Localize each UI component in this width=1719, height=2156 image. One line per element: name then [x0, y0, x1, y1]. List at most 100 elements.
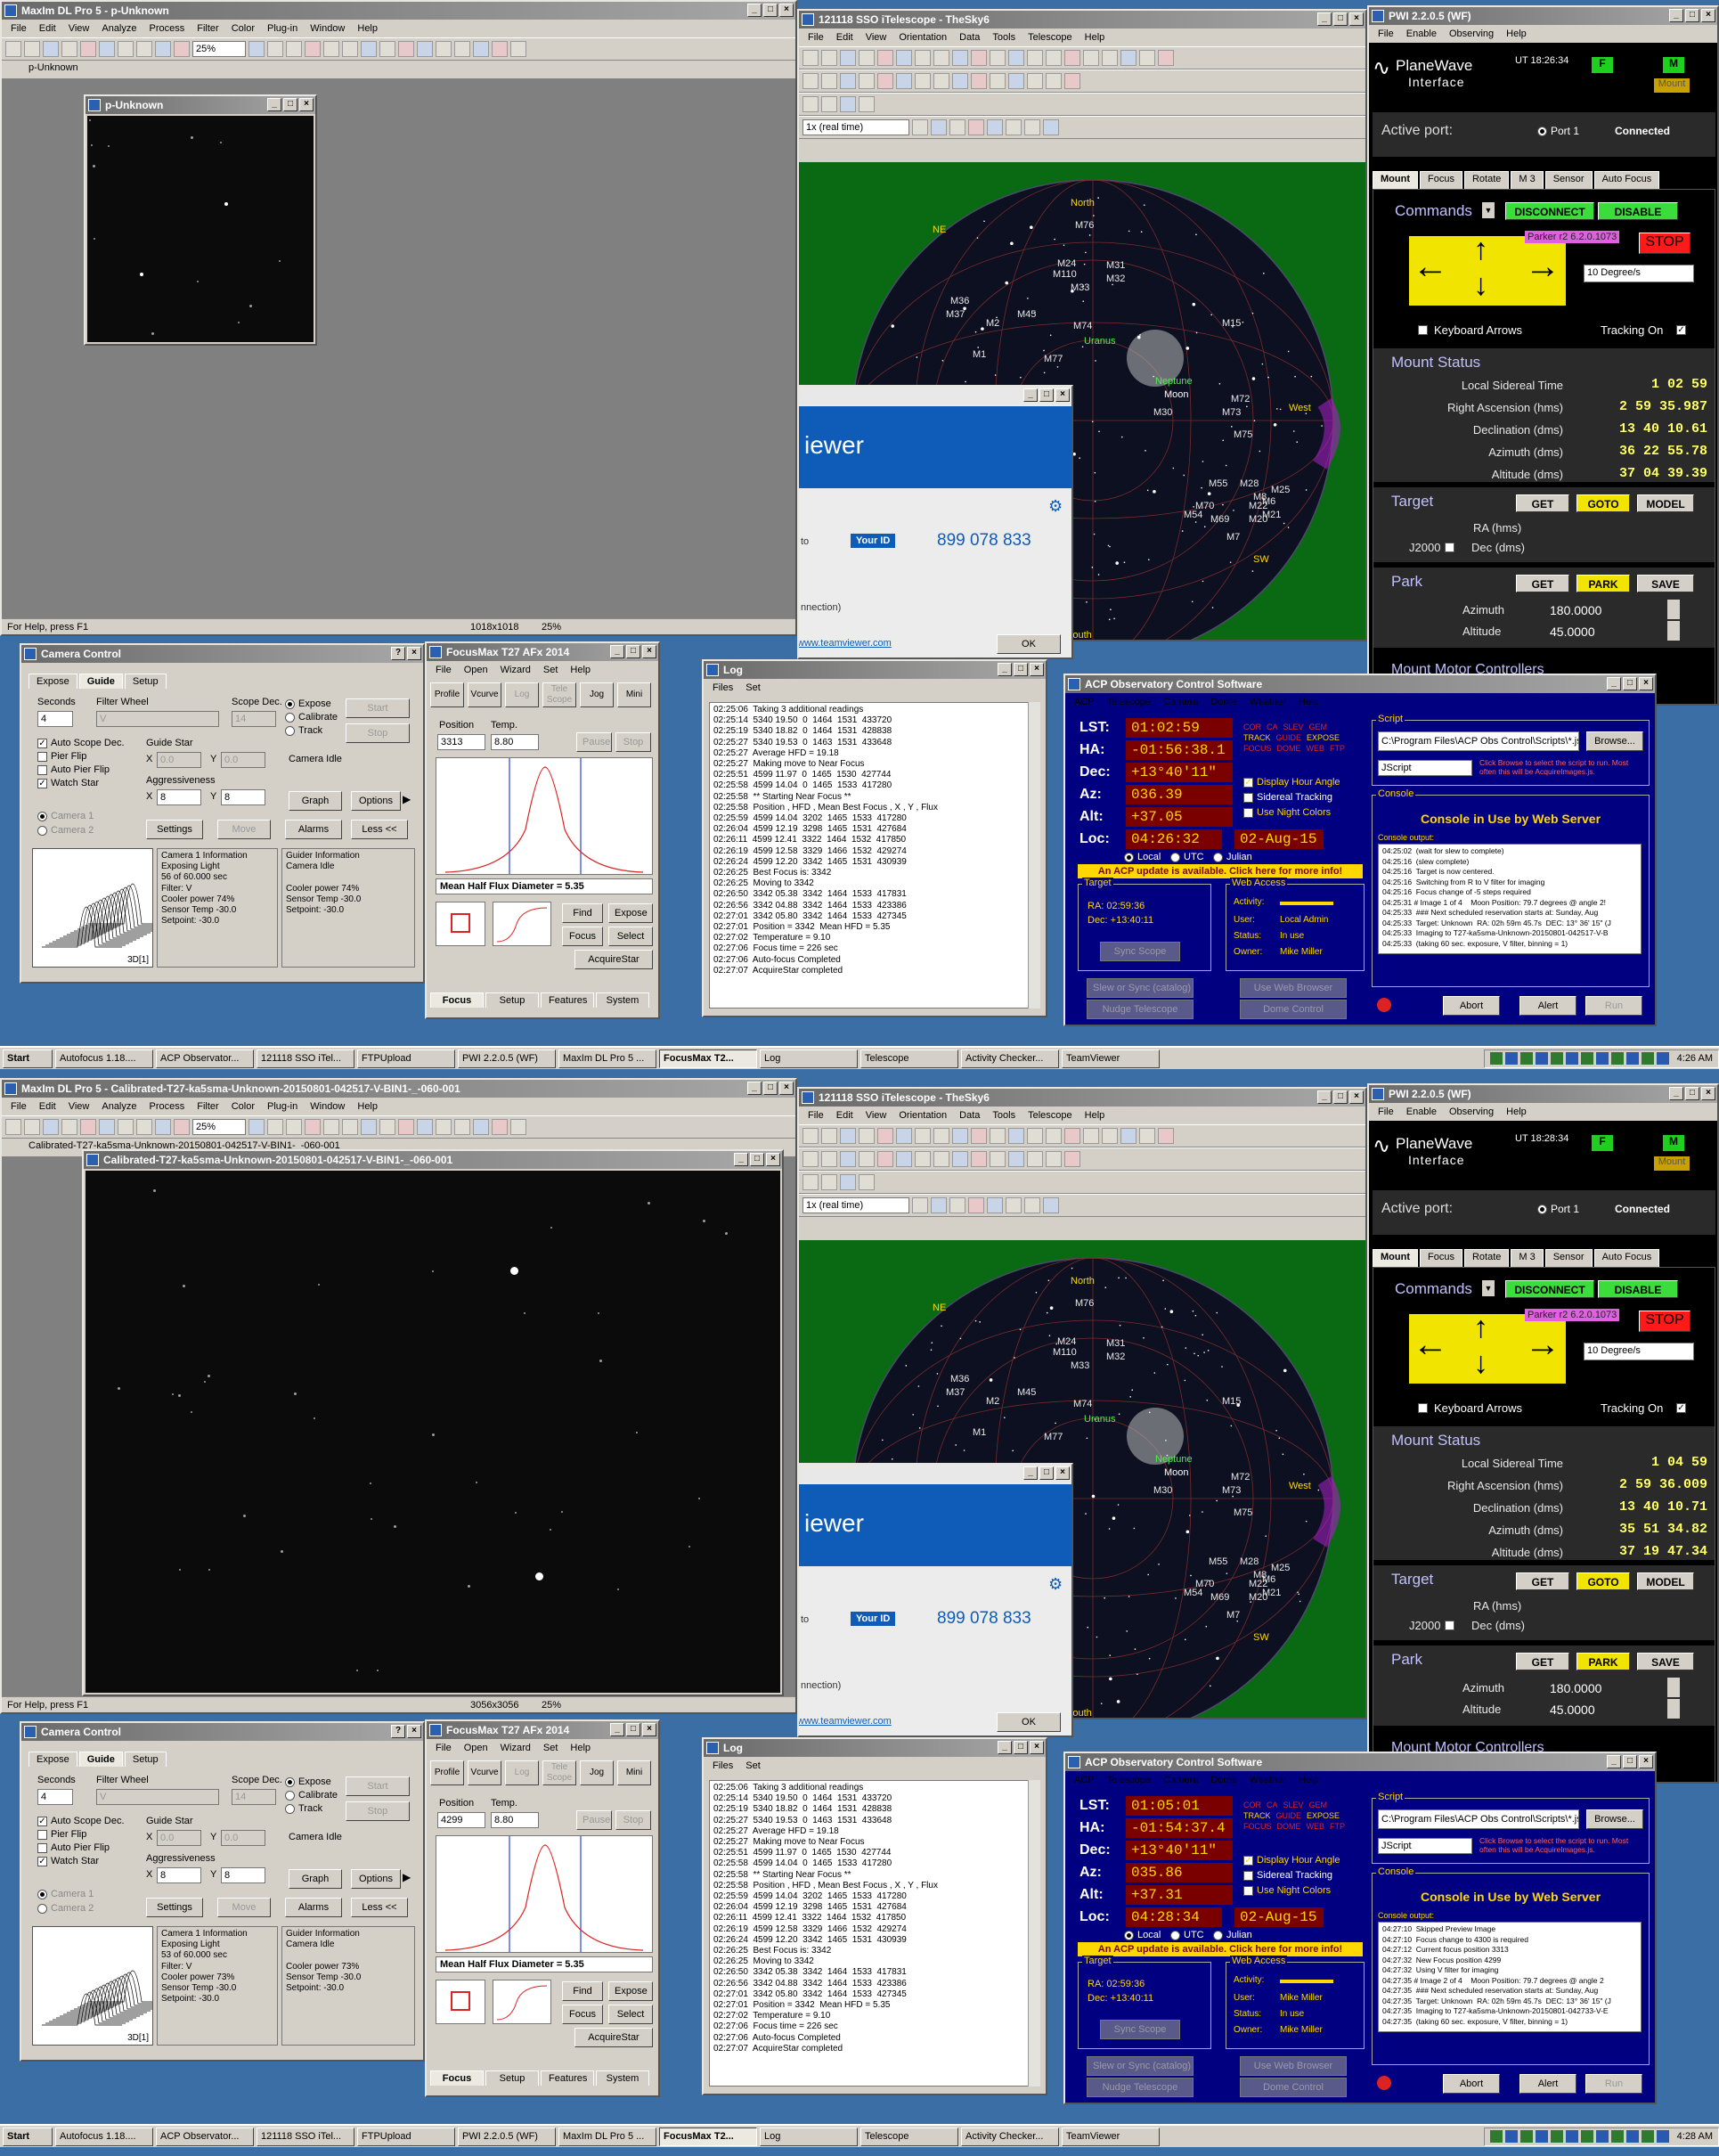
zenith-icon[interactable] — [1139, 1128, 1155, 1144]
reset-icon[interactable] — [1024, 1197, 1040, 1213]
more-arrow-icon[interactable]: ▶ — [403, 793, 411, 805]
close-icon[interactable]: × — [407, 1725, 421, 1738]
maximize-icon[interactable]: □ — [1039, 388, 1054, 402]
pier-flip[interactable]: Pier Flip — [37, 751, 86, 762]
night-colors-checkbox[interactable]: Use Night Colors — [1243, 807, 1331, 818]
time-local-radio[interactable]: Local — [1124, 1930, 1161, 1940]
menu-item[interactable]: View — [866, 1107, 887, 1124]
rewind-icon[interactable] — [931, 1197, 947, 1213]
auto-scope-dec[interactable]: ✓ Auto Scope Dec. — [37, 738, 125, 748]
nudge-button[interactable]: Nudge Telescope — [1087, 1000, 1194, 1019]
stretch-icon[interactable] — [286, 41, 302, 57]
save-icon[interactable] — [840, 1128, 856, 1144]
mode-expose[interactable]: Expose — [285, 1776, 331, 1787]
sky-label[interactable]: North — [1071, 198, 1095, 208]
print-icon[interactable] — [859, 50, 875, 66]
j2000-checkbox[interactable] — [1445, 543, 1454, 552]
script-path-input[interactable]: C:\Program Files\ACP Obs Control\Scripts… — [1378, 731, 1579, 751]
display-ha-checkbox[interactable]: ✓ Display Hour Angle — [1243, 1855, 1340, 1866]
maximize-icon[interactable]: □ — [1333, 12, 1348, 26]
menu-item[interactable]: Dome — [1210, 693, 1236, 711]
target-icon[interactable] — [1027, 1151, 1043, 1167]
menu-item[interactable]: Orientation — [899, 29, 947, 46]
log-scrollbar[interactable] — [1028, 1780, 1040, 2087]
sky-label[interactable]: M36 — [950, 1374, 969, 1384]
sky-label[interactable]: M30 — [1153, 1485, 1172, 1496]
sky-label[interactable]: M74 — [1073, 321, 1092, 331]
commands-dropdown[interactable]: ▼ — [1482, 1280, 1495, 1296]
menu-item[interactable]: Set — [543, 661, 558, 679]
acquire-star-button[interactable]: AcquireStar — [574, 950, 653, 969]
histogram-icon[interactable] — [436, 1119, 452, 1135]
sky-label[interactable]: NE — [933, 1303, 946, 1313]
abort-button[interactable]: Abort — [1443, 996, 1500, 1016]
time-local-radio[interactable]: Local — [1124, 852, 1161, 862]
label-icon[interactable] — [840, 1174, 856, 1190]
sky-label[interactable]: M31 — [1106, 260, 1125, 271]
arrow-up-icon[interactable]: ↑ — [1473, 1311, 1488, 1345]
sky-label[interactable]: M72 — [1231, 1472, 1250, 1482]
play-icon[interactable] — [987, 1197, 1003, 1213]
comet-icon[interactable] — [915, 1151, 931, 1167]
sky-label[interactable]: M7 — [1226, 1610, 1240, 1621]
keyboard-arrows-checkbox[interactable] — [1418, 1403, 1428, 1413]
menu-item[interactable]: Enable — [1406, 1103, 1437, 1121]
abort-button[interactable]: Abort — [1443, 2074, 1500, 2094]
sky-label[interactable]: M45 — [1017, 309, 1036, 320]
tray-icon-4[interactable] — [1535, 2130, 1548, 2143]
sky-label[interactable]: M2 — [986, 1396, 999, 1407]
focusmax-tele-scope-button[interactable]: Tele Scope — [542, 1760, 576, 1785]
taskbar-item[interactable]: Activity Checker... — [961, 1049, 1059, 1068]
sky-label[interactable]: M55 — [1209, 1556, 1227, 1567]
horizon-icon[interactable] — [1158, 50, 1174, 66]
select-icon[interactable] — [99, 1119, 115, 1135]
minimize-icon[interactable]: _ — [1317, 12, 1332, 26]
menu-item[interactable]: View — [866, 29, 887, 46]
more-arrow-icon[interactable]: ▶ — [403, 1871, 411, 1883]
menu-item[interactable]: Observing — [1449, 1103, 1494, 1121]
menu-item[interactable]: Set — [543, 1739, 558, 1757]
seconds-input[interactable]: 4 — [37, 711, 73, 727]
alert-button[interactable]: Alert — [1519, 2074, 1576, 2094]
stop-icon[interactable] — [398, 1119, 414, 1135]
tray-icon-11[interactable] — [1641, 2130, 1654, 2143]
scope-dec-input[interactable]: 14 — [232, 1789, 276, 1805]
south-icon[interactable] — [1102, 50, 1118, 66]
menu-item[interactable]: ACP — [1074, 1771, 1095, 1789]
tracking-checkbox[interactable]: ✓ — [1676, 325, 1686, 335]
minimize-icon[interactable]: _ — [747, 4, 762, 17]
zenith-icon[interactable] — [1139, 50, 1155, 66]
menu-item[interactable]: Wizard — [501, 661, 531, 679]
park-get-button[interactable]: GET — [1516, 575, 1569, 592]
sky-label[interactable]: M24 — [1057, 258, 1076, 269]
zoom-out-icon[interactable] — [990, 50, 1006, 66]
minimize-icon[interactable]: _ — [1669, 9, 1683, 22]
port-radio[interactable] — [1537, 1205, 1547, 1214]
script-path-input[interactable]: C:\Program Files\ACP Obs Control\Scripts… — [1378, 1809, 1579, 1829]
menu-item[interactable]: Observing — [1449, 25, 1494, 43]
taskbar-item[interactable]: Autofocus 1.18.... — [55, 1049, 153, 1068]
menu-item[interactable]: Help — [357, 20, 378, 37]
fm-stop-button[interactable]: Stop — [615, 732, 651, 752]
menu-item[interactable]: Help — [357, 1098, 378, 1115]
arrow-down-icon[interactable]: ↓ — [1473, 1346, 1488, 1381]
minimize-icon[interactable]: _ — [1607, 677, 1621, 690]
tray-icon-10[interactable] — [1625, 1052, 1639, 1065]
record-icon[interactable] — [417, 41, 433, 57]
sky-label[interactable]: M7 — [1226, 532, 1240, 543]
undo-icon[interactable] — [43, 1119, 59, 1135]
display-ha-checkbox[interactable]: ✓ Display Hour Angle — [1243, 777, 1340, 788]
sky-label[interactable]: M1 — [973, 349, 986, 360]
slew-icon[interactable] — [971, 1151, 987, 1167]
save-icon[interactable] — [24, 1119, 40, 1135]
disconnect-button[interactable]: DISCONNECT — [1505, 202, 1594, 220]
close-icon[interactable]: × — [779, 4, 794, 17]
menu-item[interactable]: Filter — [197, 1098, 218, 1115]
open-icon[interactable] — [821, 1128, 837, 1144]
help-icon[interactable] — [248, 1119, 265, 1135]
menu-item[interactable]: Analyze — [102, 1098, 136, 1115]
options-button[interactable]: Options — [351, 791, 401, 811]
menu-item[interactable]: Filter — [197, 20, 218, 37]
arrow-left-icon[interactable]: ← — [1413, 249, 1448, 284]
tray-icon-8[interactable] — [1595, 1052, 1609, 1065]
